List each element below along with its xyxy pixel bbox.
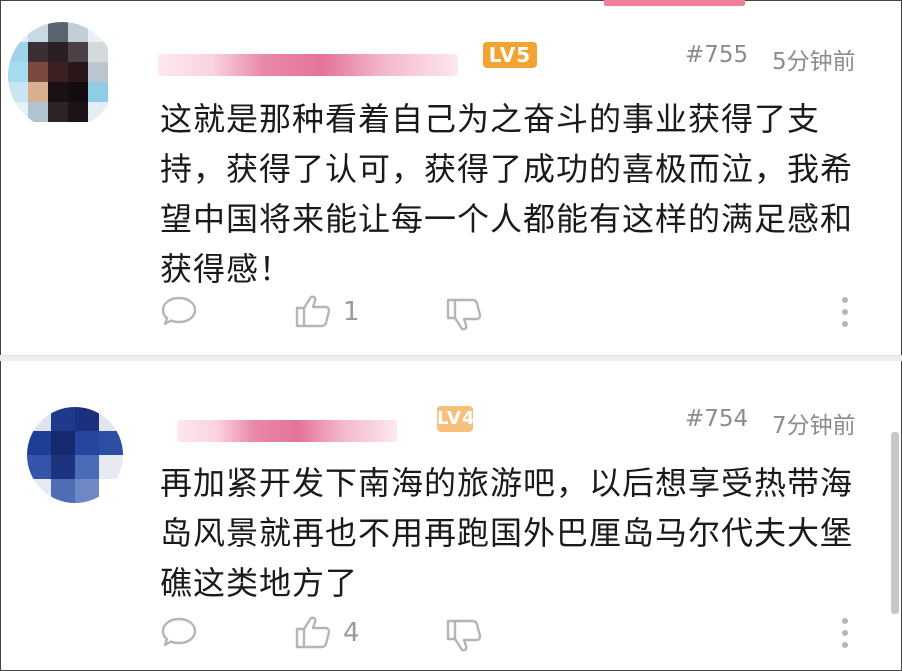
comment-text: 这就是那种看着自己为之奋斗的事业获得了支持，获得了认可，获得了成功的喜极而泣，我… [160, 100, 854, 288]
username[interactable] [158, 54, 458, 76]
more-vertical-icon[interactable] [838, 295, 852, 333]
timestamp: 7分钟前 [772, 413, 856, 439]
scrollbar[interactable] [891, 432, 899, 614]
level-badge: LV4 [437, 406, 474, 432]
like-count: 1 [343, 297, 360, 327]
comment-icon[interactable] [160, 295, 198, 333]
avatar[interactable] [27, 407, 123, 503]
level-badge: LV5 [483, 42, 537, 68]
floor-number: #755 [685, 42, 749, 68]
thumbs-down-icon[interactable] [445, 297, 483, 337]
thumbs-up-icon[interactable] [294, 293, 332, 333]
avatar[interactable] [8, 22, 116, 130]
comment-text: 再加紧开发下南海的旅游吧，以后想享受热带海岛风景就再也不用再跑国外巴厘岛马尔代夫… [160, 464, 854, 602]
timestamp: 5分钟前 [772, 49, 856, 75]
comment-item: LV5 #755 5分钟前 这就是那种看着自己为之奋斗的事业获得了支持，获得了认… [0, 0, 902, 355]
thumbs-up-icon[interactable] [294, 614, 332, 654]
username[interactable] [177, 420, 397, 442]
comment-item: LV4 #754 7分钟前 再加紧开发下南海的旅游吧，以后想享受热带海岛风景就再… [0, 360, 902, 671]
thumbs-down-icon[interactable] [445, 618, 483, 658]
like-count: 4 [343, 618, 360, 648]
comment-icon[interactable] [160, 616, 198, 654]
more-vertical-icon[interactable] [838, 616, 852, 654]
floor-number: #754 [685, 406, 749, 432]
